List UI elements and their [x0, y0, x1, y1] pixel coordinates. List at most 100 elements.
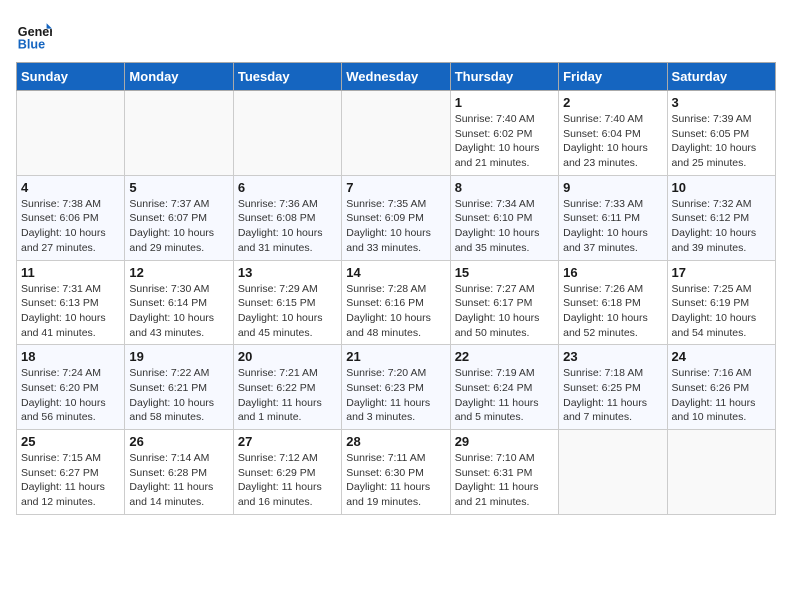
- calendar-cell: [667, 430, 775, 515]
- day-detail: Sunrise: 7:18 AMSunset: 6:25 PMDaylight:…: [563, 366, 662, 425]
- day-detail: Sunrise: 7:36 AMSunset: 6:08 PMDaylight:…: [238, 197, 337, 256]
- calendar-cell: 23Sunrise: 7:18 AMSunset: 6:25 PMDayligh…: [559, 345, 667, 430]
- day-number: 10: [672, 180, 771, 195]
- day-number: 9: [563, 180, 662, 195]
- calendar-cell: [342, 91, 450, 176]
- day-number: 28: [346, 434, 445, 449]
- day-detail: Sunrise: 7:19 AMSunset: 6:24 PMDaylight:…: [455, 366, 554, 425]
- calendar-table: SundayMondayTuesdayWednesdayThursdayFrid…: [16, 62, 776, 515]
- calendar-cell: 21 Sunrise: 7:20 AMSunset: 6:23 PMDayligh…: [342, 345, 450, 430]
- logo-icon: General Blue: [16, 16, 52, 52]
- day-number: 6: [238, 180, 337, 195]
- day-detail: Sunrise: 7:10 AMSunset: 6:31 PMDaylight:…: [455, 451, 554, 510]
- weekday-row: SundayMondayTuesdayWednesdayThursdayFrid…: [17, 63, 776, 91]
- day-number: 18: [21, 349, 120, 364]
- calendar-week-2: 4 Sunrise: 7:38 AMSunset: 6:06 PMDaylight…: [17, 175, 776, 260]
- day-number: 1: [455, 95, 554, 110]
- calendar-cell: 15Sunrise: 7:27 AMSunset: 6:17 PMDayligh…: [450, 260, 558, 345]
- day-detail: Sunrise: 7:28 AMSunset: 6:16 PMDaylight:…: [346, 282, 445, 341]
- day-detail: Sunrise: 7:39 AMSunset: 6:05 PMDaylight:…: [672, 112, 771, 171]
- day-number: 29: [455, 434, 554, 449]
- calendar-cell: 17 Sunrise: 7:25 AMSunset: 6:19 PMDayligh…: [667, 260, 775, 345]
- day-detail: Sunrise: 7:38 AMSunset: 6:06 PMDaylight:…: [21, 197, 120, 256]
- calendar-week-4: 18 Sunrise: 7:24 AMSunset: 6:20 PMDayligh…: [17, 345, 776, 430]
- calendar-cell: 20 Sunrise: 7:21 AMSunset: 6:22 PMDayligh…: [233, 345, 341, 430]
- day-detail: Sunrise: 7:16 AMSunset: 6:26 PMDaylight:…: [672, 366, 771, 425]
- page-header: General Blue: [16, 16, 776, 52]
- day-detail: Sunrise: 7:12 AMSunset: 6:29 PMDaylight:…: [238, 451, 337, 510]
- day-detail: Sunrise: 7:35 AMSunset: 6:09 PMDaylight:…: [346, 197, 445, 256]
- day-number: 5: [129, 180, 228, 195]
- calendar-cell: 29 Sunrise: 7:10 AMSunset: 6:31 PMDayligh…: [450, 430, 558, 515]
- day-detail: Sunrise: 7:24 AMSunset: 6:20 PMDaylight:…: [21, 366, 120, 425]
- logo: General Blue: [16, 16, 52, 52]
- day-detail: Sunrise: 7:32 AMSunset: 6:12 PMDaylight:…: [672, 197, 771, 256]
- calendar-cell: 9Sunrise: 7:33 AMSunset: 6:11 PMDaylight…: [559, 175, 667, 260]
- day-detail: Sunrise: 7:15 AMSunset: 6:27 PMDaylight:…: [21, 451, 120, 510]
- calendar-cell: 14 Sunrise: 7:28 AMSunset: 6:16 PMDayligh…: [342, 260, 450, 345]
- day-detail: Sunrise: 7:11 AMSunset: 6:30 PMDaylight:…: [346, 451, 445, 510]
- calendar-cell: 22 Sunrise: 7:19 AMSunset: 6:24 PMDayligh…: [450, 345, 558, 430]
- day-number: 3: [672, 95, 771, 110]
- day-detail: Sunrise: 7:20 AMSunset: 6:23 PMDaylight:…: [346, 366, 445, 425]
- weekday-header-saturday: Saturday: [667, 63, 775, 91]
- day-number: 14: [346, 265, 445, 280]
- day-number: 13: [238, 265, 337, 280]
- calendar-cell: 7 Sunrise: 7:35 AMSunset: 6:09 PMDaylight…: [342, 175, 450, 260]
- weekday-header-thursday: Thursday: [450, 63, 558, 91]
- day-number: 20: [238, 349, 337, 364]
- calendar-cell: 3 Sunrise: 7:39 AMSunset: 6:05 PMDaylight…: [667, 91, 775, 176]
- calendar-cell: 2 Sunrise: 7:40 AMSunset: 6:04 PMDaylight…: [559, 91, 667, 176]
- calendar-cell: 25 Sunrise: 7:15 AMSunset: 6:27 PMDayligh…: [17, 430, 125, 515]
- day-number: 17: [672, 265, 771, 280]
- day-detail: Sunrise: 7:40 AMSunset: 6:04 PMDaylight:…: [563, 112, 662, 171]
- day-number: 22: [455, 349, 554, 364]
- calendar-cell: 13Sunrise: 7:29 AMSunset: 6:15 PMDayligh…: [233, 260, 341, 345]
- day-number: 21: [346, 349, 445, 364]
- day-detail: Sunrise: 7:21 AMSunset: 6:22 PMDaylight:…: [238, 366, 337, 425]
- day-detail: Sunrise: 7:26 AMSunset: 6:18 PMDaylight:…: [563, 282, 662, 341]
- calendar-cell: 28 Sunrise: 7:11 AMSunset: 6:30 PMDayligh…: [342, 430, 450, 515]
- day-number: 26: [129, 434, 228, 449]
- calendar-body: 1 Sunrise: 7:40 AMSunset: 6:02 PMDaylight…: [17, 91, 776, 515]
- calendar-cell: [17, 91, 125, 176]
- calendar-week-5: 25 Sunrise: 7:15 AMSunset: 6:27 PMDayligh…: [17, 430, 776, 515]
- calendar-cell: [559, 430, 667, 515]
- calendar-cell: 26 Sunrise: 7:14 AMSunset: 6:28 PMDayligh…: [125, 430, 233, 515]
- day-number: 27: [238, 434, 337, 449]
- day-number: 7: [346, 180, 445, 195]
- day-detail: Sunrise: 7:40 AMSunset: 6:02 PMDaylight:…: [455, 112, 554, 171]
- day-number: 25: [21, 434, 120, 449]
- weekday-header-monday: Monday: [125, 63, 233, 91]
- day-number: 16: [563, 265, 662, 280]
- calendar-cell: 16 Sunrise: 7:26 AMSunset: 6:18 PMDayligh…: [559, 260, 667, 345]
- svg-text:Blue: Blue: [18, 37, 45, 51]
- day-detail: Sunrise: 7:22 AMSunset: 6:21 PMDaylight:…: [129, 366, 228, 425]
- calendar-cell: 5 Sunrise: 7:37 AMSunset: 6:07 PMDaylight…: [125, 175, 233, 260]
- calendar-cell: 27 Sunrise: 7:12 AMSunset: 6:29 PMDayligh…: [233, 430, 341, 515]
- calendar-week-1: 1 Sunrise: 7:40 AMSunset: 6:02 PMDaylight…: [17, 91, 776, 176]
- day-detail: Sunrise: 7:14 AMSunset: 6:28 PMDaylight:…: [129, 451, 228, 510]
- day-number: 4: [21, 180, 120, 195]
- calendar-cell: 24 Sunrise: 7:16 AMSunset: 6:26 PMDayligh…: [667, 345, 775, 430]
- day-number: 19: [129, 349, 228, 364]
- weekday-header-wednesday: Wednesday: [342, 63, 450, 91]
- calendar-cell: 1 Sunrise: 7:40 AMSunset: 6:02 PMDaylight…: [450, 91, 558, 176]
- calendar-cell: 8Sunrise: 7:34 AMSunset: 6:10 PMDaylight…: [450, 175, 558, 260]
- calendar-header: SundayMondayTuesdayWednesdayThursdayFrid…: [17, 63, 776, 91]
- day-detail: Sunrise: 7:31 AMSunset: 6:13 PMDaylight:…: [21, 282, 120, 341]
- calendar-cell: 12Sunrise: 7:30 AMSunset: 6:14 PMDayligh…: [125, 260, 233, 345]
- day-detail: Sunrise: 7:25 AMSunset: 6:19 PMDaylight:…: [672, 282, 771, 341]
- calendar-week-3: 11 Sunrise: 7:31 AMSunset: 6:13 PMDayligh…: [17, 260, 776, 345]
- day-number: 12: [129, 265, 228, 280]
- day-number: 11: [21, 265, 120, 280]
- calendar-cell: 10 Sunrise: 7:32 AMSunset: 6:12 PMDayligh…: [667, 175, 775, 260]
- day-number: 8: [455, 180, 554, 195]
- weekday-header-friday: Friday: [559, 63, 667, 91]
- day-detail: Sunrise: 7:27 AMSunset: 6:17 PMDaylight:…: [455, 282, 554, 341]
- calendar-cell: [233, 91, 341, 176]
- day-number: 2: [563, 95, 662, 110]
- day-number: 24: [672, 349, 771, 364]
- weekday-header-tuesday: Tuesday: [233, 63, 341, 91]
- day-detail: Sunrise: 7:37 AMSunset: 6:07 PMDaylight:…: [129, 197, 228, 256]
